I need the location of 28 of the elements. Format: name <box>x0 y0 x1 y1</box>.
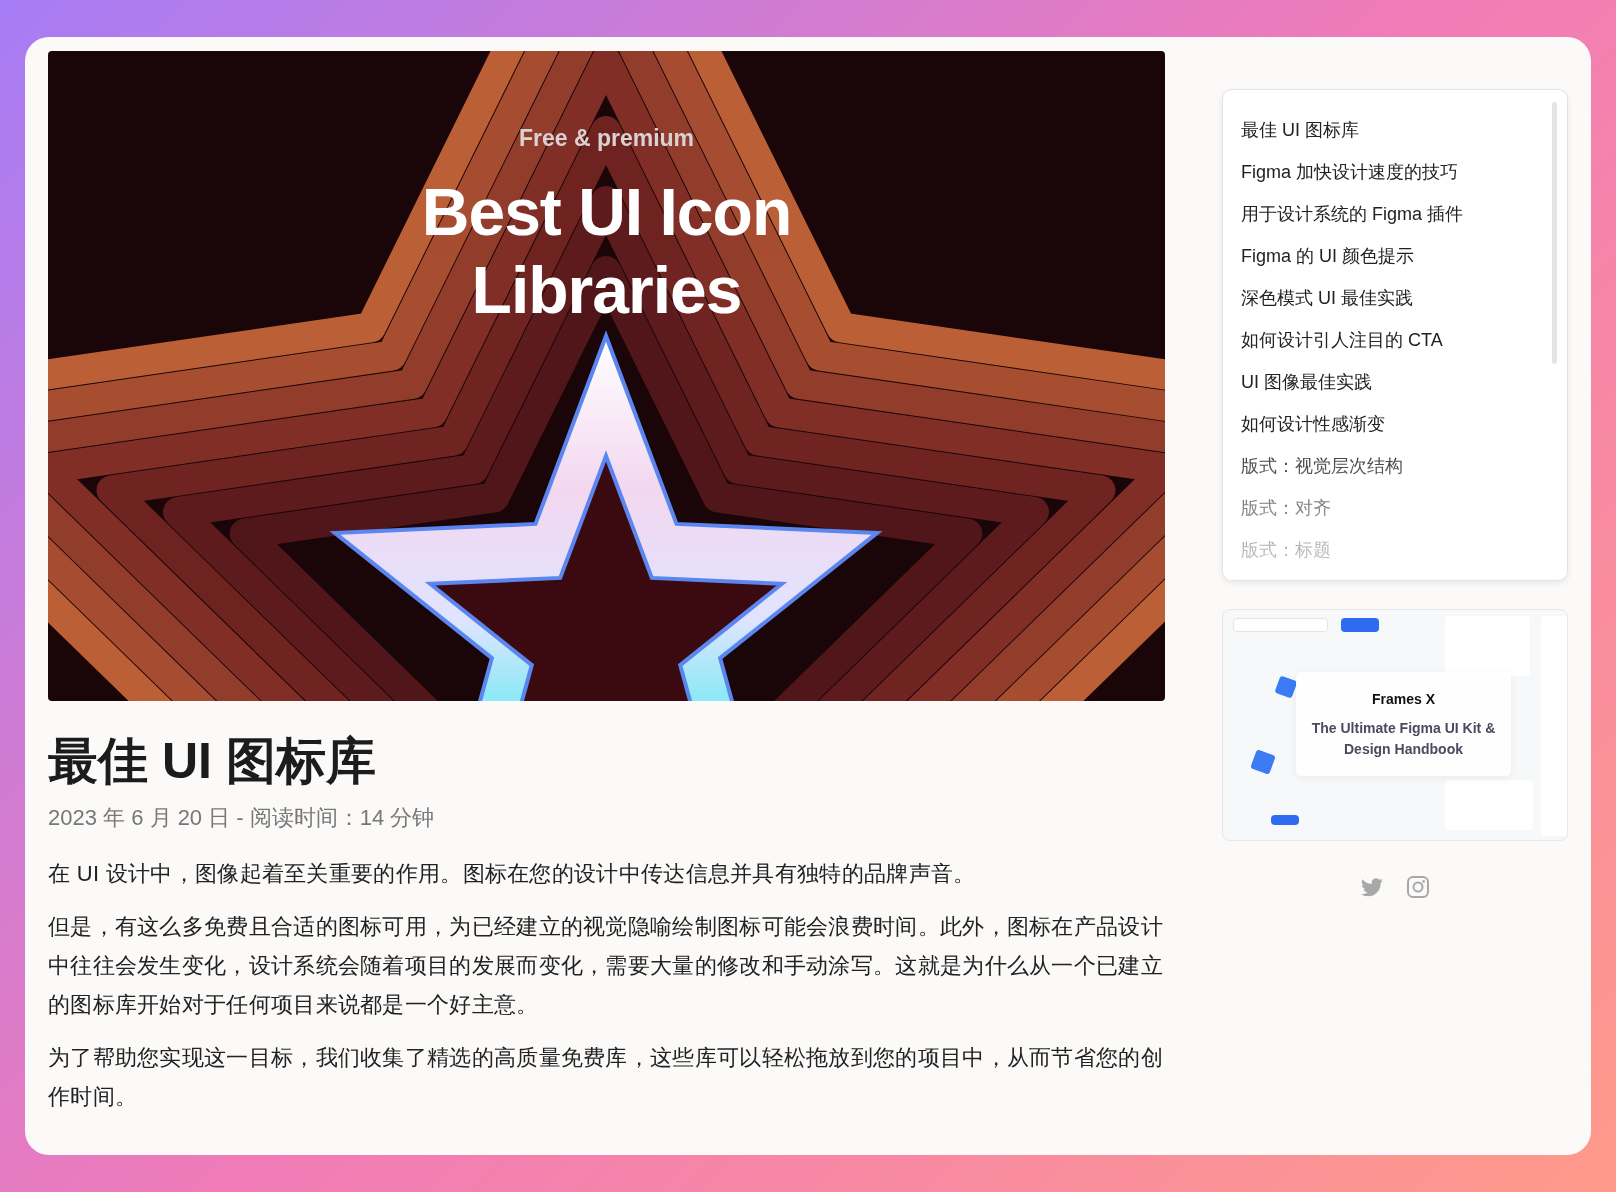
mock-button <box>1271 815 1299 825</box>
article-title: 最佳 UI 图标库 <box>48 732 377 791</box>
cube-icon <box>1250 749 1276 775</box>
promo-banner[interactable]: Frames X The Ultimate Figma UI Kit & Design Handbook <box>1222 609 1568 841</box>
camera-icon[interactable] <box>1406 875 1430 899</box>
paragraph: 为了帮助您实现这一目标，我们收集了精选的高质量免费库，这些库可以轻松拖放到您的项目中，从而节省您的创作时间。 <box>48 1044 1164 1111</box>
toc-link[interactable]: 版式：视觉层次结构 <box>1241 445 1403 487</box>
promo-headline: The Ultimate Figma UI Kit & Design Handbook <box>1310 718 1497 759</box>
toc-link[interactable]: 最佳 UI 图标库 <box>1241 109 1359 151</box>
toc-link[interactable]: UI 图像最佳实践 <box>1241 361 1372 403</box>
hero-kicker: Free & premium <box>517 124 696 153</box>
toc-link[interactable]: 如何设计引人注目的 CTA <box>1241 319 1443 361</box>
toc-link[interactable]: Figma 的 UI 颜色提示 <box>1241 235 1414 277</box>
paragraph: 在 UI 设计中，图像起着至关重要的作用。图标在您的设计中传达信息并具有独特的品牌声音。 <box>48 860 977 888</box>
paragraph: 但是，有这么多免费且合适的图标可用，为已经建立的视觉隐喻绘制图标可能会浪费时间。此外，图标在产品设计中往往会发生变化，设计系统会随着项目的发展而变化，需要大量的修改和手动涂写。这就是为什么从一个已建立的图标库开始对于任何项目来说都是一个好主意。 <box>48 913 1164 1019</box>
toc-link[interactable]: 深色模式 UI 最佳实践 <box>1241 277 1413 319</box>
toc-link[interactable]: Figma 加快设计速度的技巧 <box>1241 151 1458 193</box>
hero-title: Libraries <box>471 252 742 329</box>
cube-icon <box>1274 675 1298 699</box>
toc-link[interactable]: 如何设计性感渐变 <box>1241 403 1385 445</box>
mock-button <box>1341 618 1379 632</box>
promo-brand: Frames X <box>1371 689 1435 709</box>
toc-link[interactable]: 用于设计系统的 Figma 插件 <box>1241 193 1463 235</box>
article-meta: 2023 年 6 月 20 日 - 阅读时间：14 分钟 <box>48 804 436 832</box>
bird-icon[interactable] <box>1360 875 1384 899</box>
toc-link[interactable]: 版式：对齐 <box>1241 487 1331 529</box>
scrollbar[interactable] <box>1552 102 1557 364</box>
hero-title: Best UI Icon <box>421 174 792 251</box>
